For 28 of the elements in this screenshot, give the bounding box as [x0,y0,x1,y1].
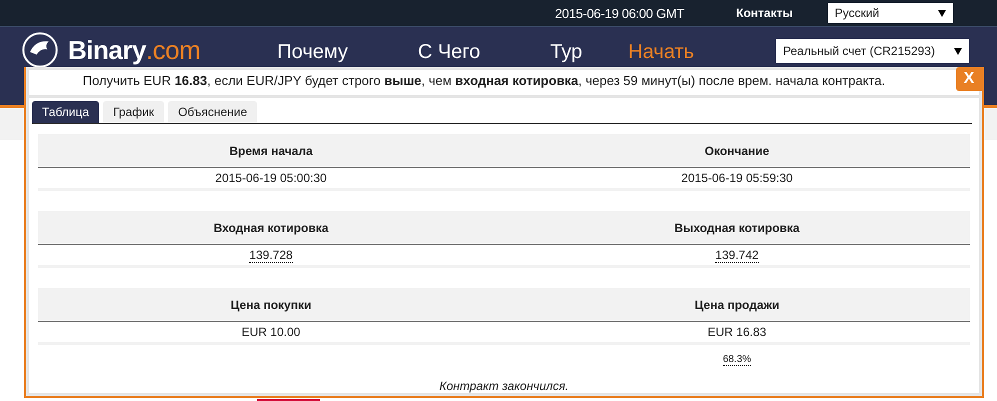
column-heading: Время начала [228,144,314,158]
column-heading: Цена продажи [694,298,780,312]
tab[interactable]: Объяснение [168,101,258,123]
nav-link[interactable]: С Чего [418,42,480,62]
nav-link[interactable]: Тур [550,42,582,62]
table-value: EUR 16.83 [708,325,766,339]
account-select[interactable]: Реальный счет (CR215293) [776,39,969,63]
caret-icon [954,48,962,54]
contacts-link[interactable]: Контакты [736,6,793,20]
status-text: Контракт закончился. [438,379,570,393]
column-heading: Входная котировка [212,220,330,234]
profit-percent: 68.3% [722,354,752,366]
column-heading: Выходная котировка [673,220,801,234]
language-select[interactable]: Русский [828,3,953,23]
table-value: 139.742 [715,248,759,263]
table-value: EUR 10.00 [242,325,300,339]
table-value: 2015-06-19 05:00:30 [215,171,327,185]
table-value: 139.728 [249,248,293,263]
column-heading: Окончание [704,144,770,158]
caret-icon [938,10,946,16]
nav-link[interactable]: Начать [628,42,694,62]
tab[interactable]: График [103,101,164,123]
nav-link[interactable]: Почему [277,42,348,62]
column-heading: Цена покупки [230,298,312,312]
server-time: 2015-06-19 06:00 GMT [555,6,684,20]
logo-text: Binary.com [68,35,200,65]
tab[interactable]: Таблица [32,101,100,123]
table-value: 2015-06-19 05:59:30 [681,171,793,185]
